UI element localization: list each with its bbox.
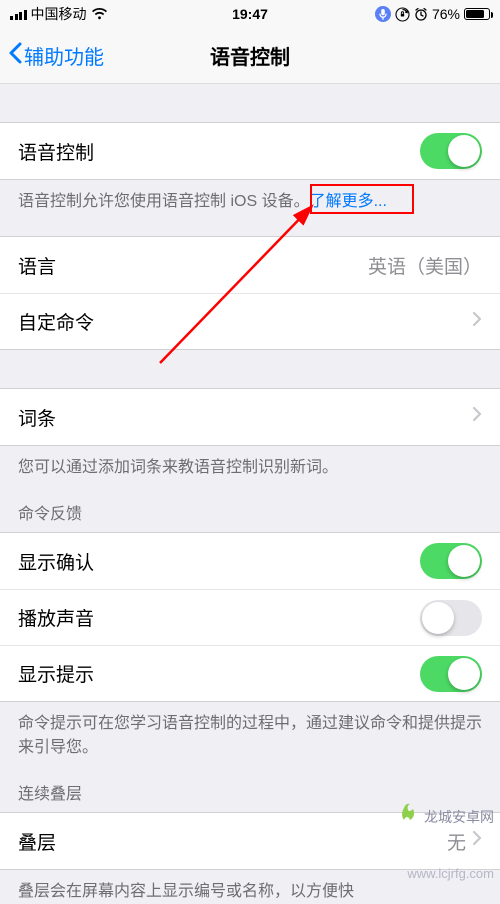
row-play-sound: 播放声音 [0, 589, 500, 645]
chevron-right-icon [472, 830, 482, 852]
voice-control-label: 语音控制 [18, 138, 94, 165]
row-vocabulary[interactable]: 词条 [0, 389, 500, 445]
wifi-icon [91, 8, 108, 20]
microphone-icon [375, 6, 391, 22]
alarm-icon [414, 7, 428, 21]
watermark-url: www.lcjrfg.com [407, 866, 494, 881]
carrier-label: 中国移动 [31, 4, 87, 24]
show-hint-label: 显示提示 [18, 660, 94, 687]
row-show-confirm: 显示确认 [0, 533, 500, 589]
feedback-header: 命令反馈 [0, 480, 500, 532]
group-vocabulary: 词条 [0, 388, 500, 446]
play-sound-switch[interactable] [420, 600, 482, 636]
voice-control-footer-text: 语音控制允许您使用语音控制 iOS 设备 [18, 193, 294, 210]
back-button[interactable]: 辅助功能 [8, 41, 104, 70]
show-hint-switch[interactable] [420, 656, 482, 692]
overlay-label: 叠层 [18, 828, 56, 855]
row-language[interactable]: 语言 英语（美国） [0, 237, 500, 293]
watermark-site: 龙城安卓网 [398, 802, 494, 831]
page-title: 语音控制 [210, 41, 290, 70]
chevron-right-icon [472, 406, 482, 428]
back-label: 辅助功能 [24, 41, 104, 70]
row-custom-commands[interactable]: 自定命令 [0, 293, 500, 349]
row-show-hint: 显示提示 [0, 645, 500, 701]
language-value: 英语（美国） [368, 252, 482, 279]
group-voice-control: 语音控制 [0, 122, 500, 180]
chevron-left-icon [8, 42, 24, 70]
battery-icon [464, 8, 490, 20]
language-label: 语言 [18, 252, 56, 279]
learn-more-link[interactable]: 了解更多... [310, 193, 387, 210]
feedback-footer: 命令提示可在您学习语音控制的过程中，通过建议命令和提供提示来引导您。 [0, 702, 500, 760]
group-language: 语言 英语（美国） 自定命令 [0, 236, 500, 350]
play-sound-label: 播放声音 [18, 604, 94, 631]
settings-content: 语音控制 语音控制允许您使用语音控制 iOS 设备。了解更多... 语言 英语（… [0, 84, 500, 904]
cellular-signal-icon [10, 8, 27, 20]
show-confirm-switch[interactable] [420, 543, 482, 579]
status-left: 中国移动 [10, 4, 108, 24]
status-time: 19:47 [232, 6, 268, 22]
status-bar: 中国移动 19:47 76% [0, 0, 500, 28]
rotation-lock-icon [395, 7, 410, 22]
overlay-value: 无 [447, 828, 466, 855]
chevron-right-icon [472, 311, 482, 333]
status-right: 76% [375, 6, 490, 22]
group-feedback: 显示确认 播放声音 显示提示 [0, 532, 500, 702]
nav-bar: 辅助功能 语音控制 [0, 28, 500, 84]
custom-commands-label: 自定命令 [18, 308, 94, 335]
voice-control-switch[interactable] [420, 133, 482, 169]
row-voice-control: 语音控制 [0, 123, 500, 179]
vocabulary-label: 词条 [18, 404, 56, 431]
show-confirm-label: 显示确认 [18, 548, 94, 575]
watermark-logo-icon [398, 802, 420, 831]
battery-percent: 76% [432, 6, 460, 22]
vocabulary-footer: 您可以通过添加词条来教语音控制识别新词。 [0, 446, 500, 480]
voice-control-footer: 语音控制允许您使用语音控制 iOS 设备。了解更多... [0, 180, 500, 214]
